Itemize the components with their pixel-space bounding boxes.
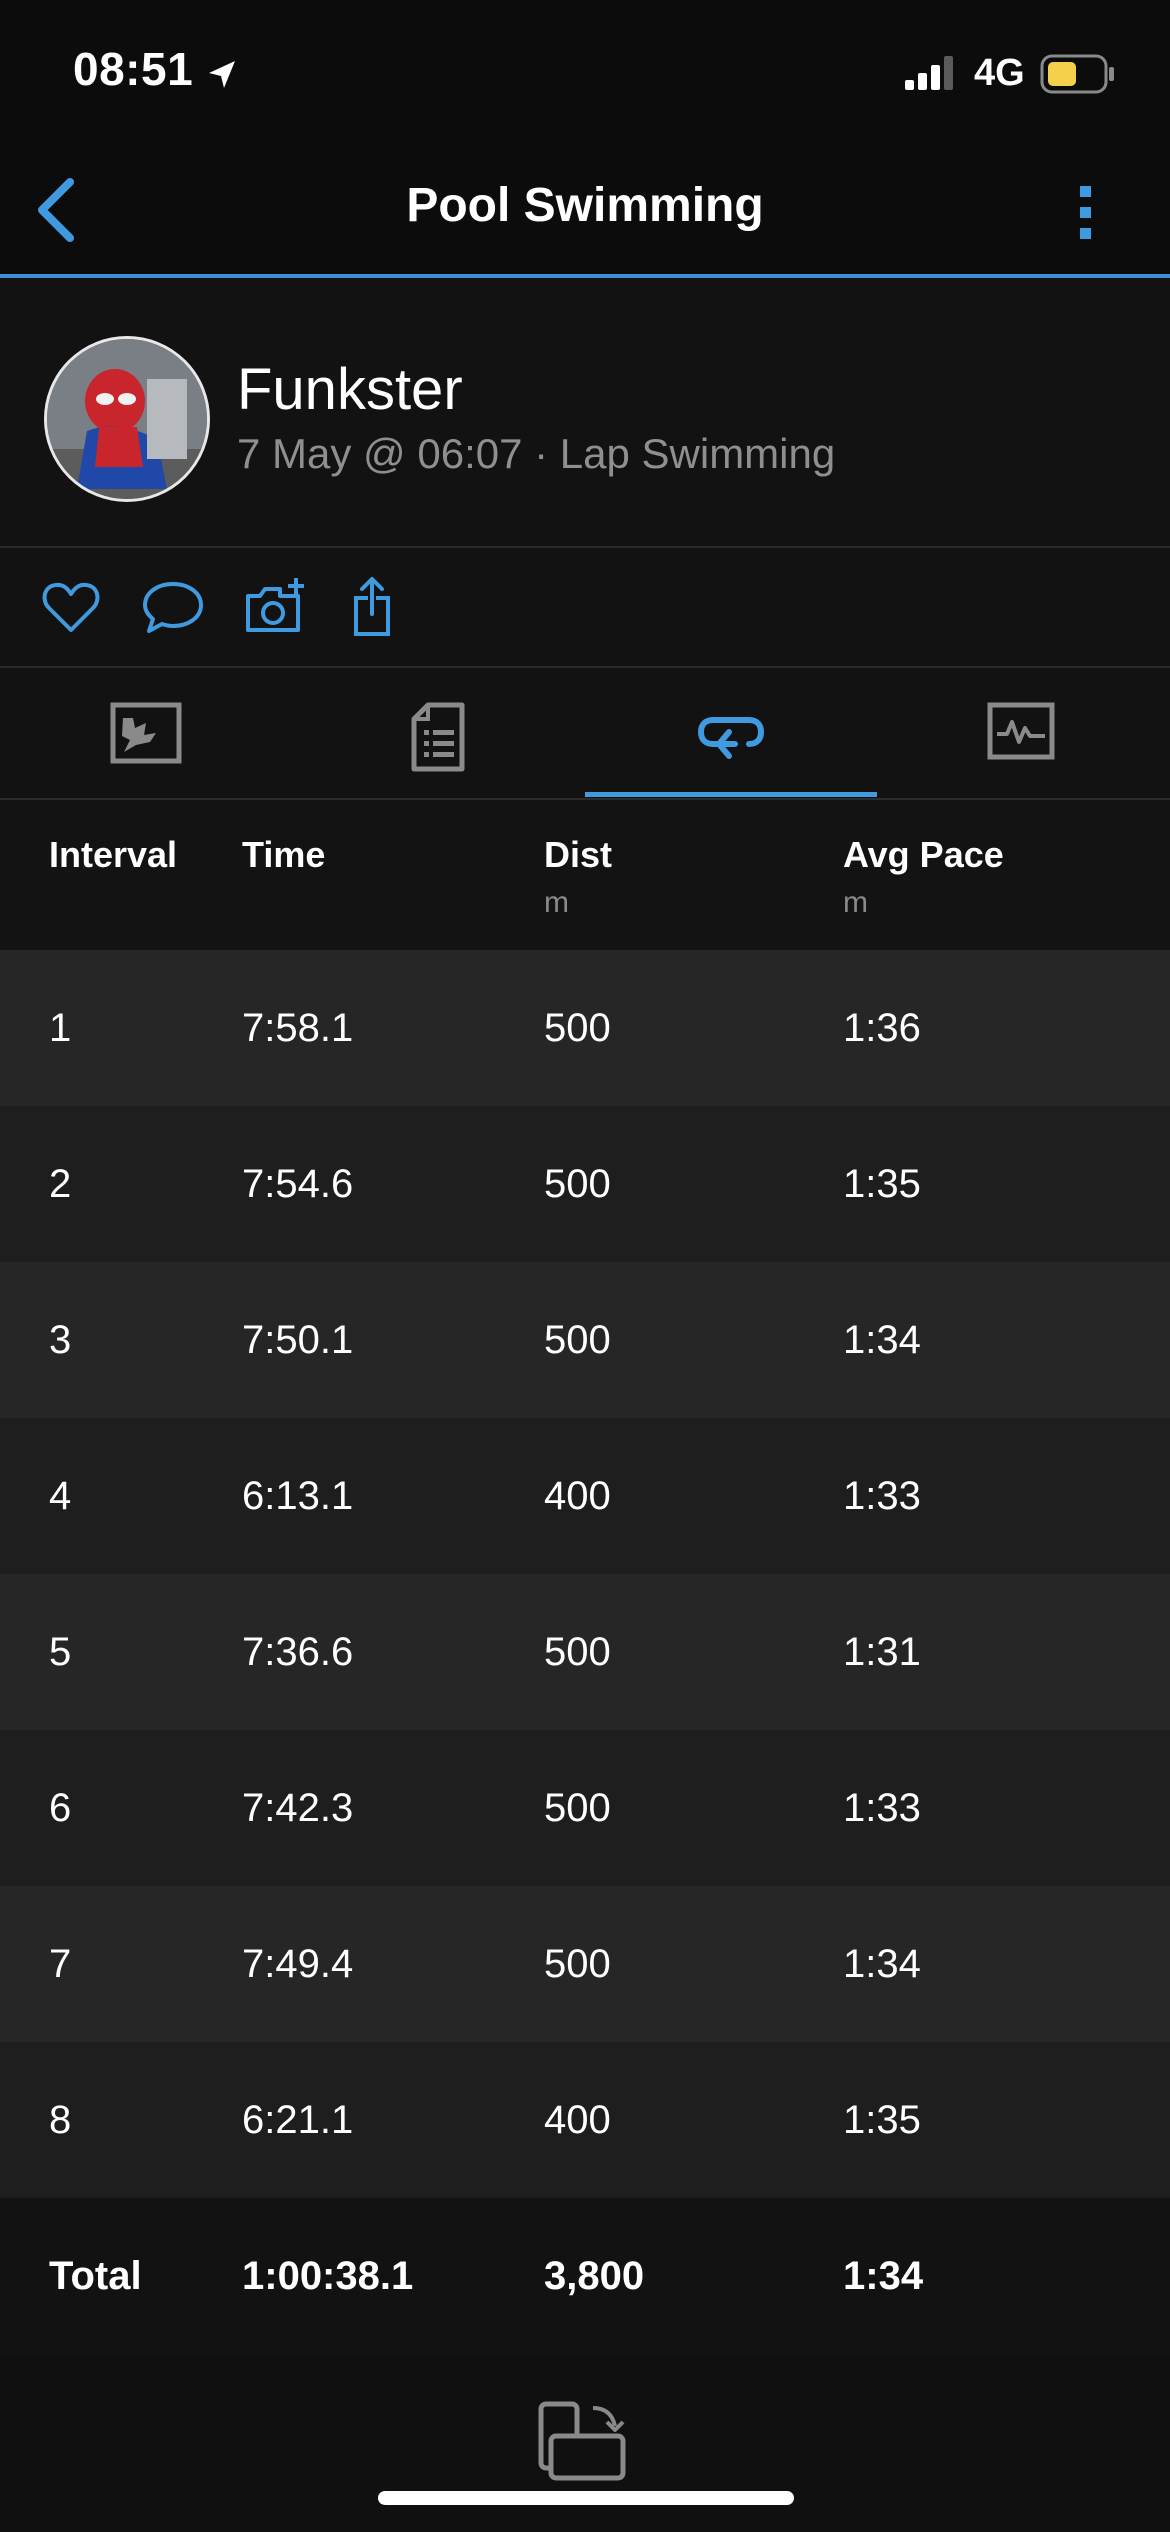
network-type: 4G [974, 52, 1025, 94]
heart-icon [42, 582, 100, 632]
comment-icon [143, 582, 203, 633]
cell-avg-pace: 1:31 [843, 1630, 921, 1674]
table-row[interactable]: 6 7:42.3 500 1:33 [0, 1730, 1170, 1886]
activity-tabs [0, 668, 1170, 800]
status-time: 08:51 [73, 43, 194, 95]
status-bar: 08:51 4G [0, 0, 1170, 150]
table-row[interactable]: 8 6:21.1 400 1:35 [0, 2042, 1170, 2198]
total-dist: 3,800 [544, 2254, 645, 2298]
navigation-bar: Pool Swimming [0, 150, 1170, 278]
avatar[interactable] [44, 336, 210, 502]
tab-charts[interactable] [877, 668, 1169, 798]
tab-map[interactable] [0, 668, 292, 798]
cell-avg-pace: 1:34 [843, 1318, 921, 1362]
table-row[interactable]: 4 6:13.1 400 1:33 [0, 1418, 1170, 1574]
active-tab-indicator [585, 792, 877, 797]
map-icon [110, 702, 182, 764]
cell-time: 7:42.3 [242, 1786, 354, 1830]
chart-icon [987, 702, 1055, 760]
table-row[interactable]: 5 7:36.6 500 1:31 [0, 1574, 1170, 1730]
cell-avg-pace: 1:34 [843, 1942, 921, 1986]
user-name[interactable]: Funkster [237, 356, 463, 423]
cell-time: 7:58.1 [242, 1006, 354, 1050]
cell-time: 7:50.1 [242, 1318, 354, 1362]
share-button[interactable] [346, 576, 408, 638]
cell-dist: 500 [544, 1318, 611, 1362]
cell-dist: 500 [544, 1942, 611, 1986]
cell-dist: 500 [544, 1630, 611, 1674]
table-row[interactable]: 2 7:54.6 500 1:35 [0, 1106, 1170, 1262]
column-header-dist: Dist m [544, 834, 613, 919]
like-button[interactable] [40, 576, 102, 638]
comment-button[interactable] [142, 576, 204, 638]
battery-icon [1040, 54, 1114, 94]
cell-interval: 5 [49, 1630, 72, 1674]
cell-avg-pace: 1:35 [843, 2098, 921, 2142]
cell-avg-pace: 1:33 [843, 1474, 921, 1518]
table-total-row: Total 1:00:38.1 3,800 1:34 [0, 2198, 1170, 2354]
total-time: 1:00:38.1 [242, 2254, 414, 2298]
total-avg-pace: 1:34 [843, 2254, 924, 2298]
home-indicator[interactable] [378, 2491, 794, 2505]
cell-time: 6:21.1 [242, 2098, 354, 2142]
action-bar [0, 548, 1170, 668]
cell-dist: 400 [544, 2098, 611, 2142]
details-icon [411, 702, 465, 772]
more-vertical-icon [1080, 186, 1091, 239]
laps-table-body: 1 7:58.1 500 1:36 2 7:54.6 500 1:35 3 7:… [0, 950, 1170, 2198]
share-icon [354, 577, 390, 636]
add-photo-icon [246, 578, 304, 632]
laps-table-header: Interval Time Dist m Avg Pace m [0, 800, 1170, 950]
cell-interval: 8 [49, 2098, 72, 2142]
signal-icon [905, 56, 953, 90]
cell-interval: 3 [49, 1318, 72, 1362]
cell-dist: 400 [544, 1474, 611, 1518]
cell-interval: 6 [49, 1786, 72, 1830]
column-header-time: Time [242, 834, 326, 875]
column-unit-avg-pace: m [843, 886, 868, 919]
cell-dist: 500 [544, 1786, 611, 1830]
cell-avg-pace: 1:36 [843, 1006, 921, 1050]
table-row[interactable]: 1 7:58.1 500 1:36 [0, 950, 1170, 1106]
location-arrow-icon [209, 61, 235, 88]
cell-interval: 7 [49, 1942, 72, 1986]
cell-dist: 500 [544, 1162, 611, 1206]
cell-time: 7:54.6 [242, 1162, 354, 1206]
cell-time: 7:49.4 [242, 1942, 354, 1986]
table-row[interactable]: 7 7:49.4 500 1:34 [0, 1886, 1170, 2042]
add-photo-button[interactable] [244, 576, 306, 638]
more-options-button[interactable] [1060, 172, 1110, 252]
cell-avg-pace: 1:33 [843, 1786, 921, 1830]
activity-header: Funkster 7 May @ 06:07 · Lap Swimming [0, 278, 1170, 548]
laps-icon [697, 717, 765, 759]
column-header-interval: Interval [49, 834, 178, 875]
column-unit-dist: m [544, 886, 569, 919]
total-label: Total [49, 2254, 142, 2298]
cell-interval: 2 [49, 1162, 72, 1206]
cell-interval: 4 [49, 1474, 72, 1518]
avatar-image [47, 339, 207, 499]
page-title: Pool Swimming [406, 179, 764, 232]
cell-time: 7:36.6 [242, 1630, 354, 1674]
cell-interval: 1 [49, 1006, 72, 1050]
column-header-avg-pace: Avg Pace m [843, 834, 1004, 919]
cell-avg-pace: 1:35 [843, 1162, 921, 1206]
rotate-screen-icon[interactable] [535, 2400, 635, 2484]
activity-date-type: 7 May @ 06:07 · Lap Swimming [237, 430, 836, 477]
tab-details[interactable] [292, 668, 584, 798]
cell-dist: 500 [544, 1006, 611, 1050]
table-row[interactable]: 3 7:50.1 500 1:34 [0, 1262, 1170, 1418]
cell-time: 6:13.1 [242, 1474, 354, 1518]
tab-laps[interactable] [585, 668, 877, 798]
